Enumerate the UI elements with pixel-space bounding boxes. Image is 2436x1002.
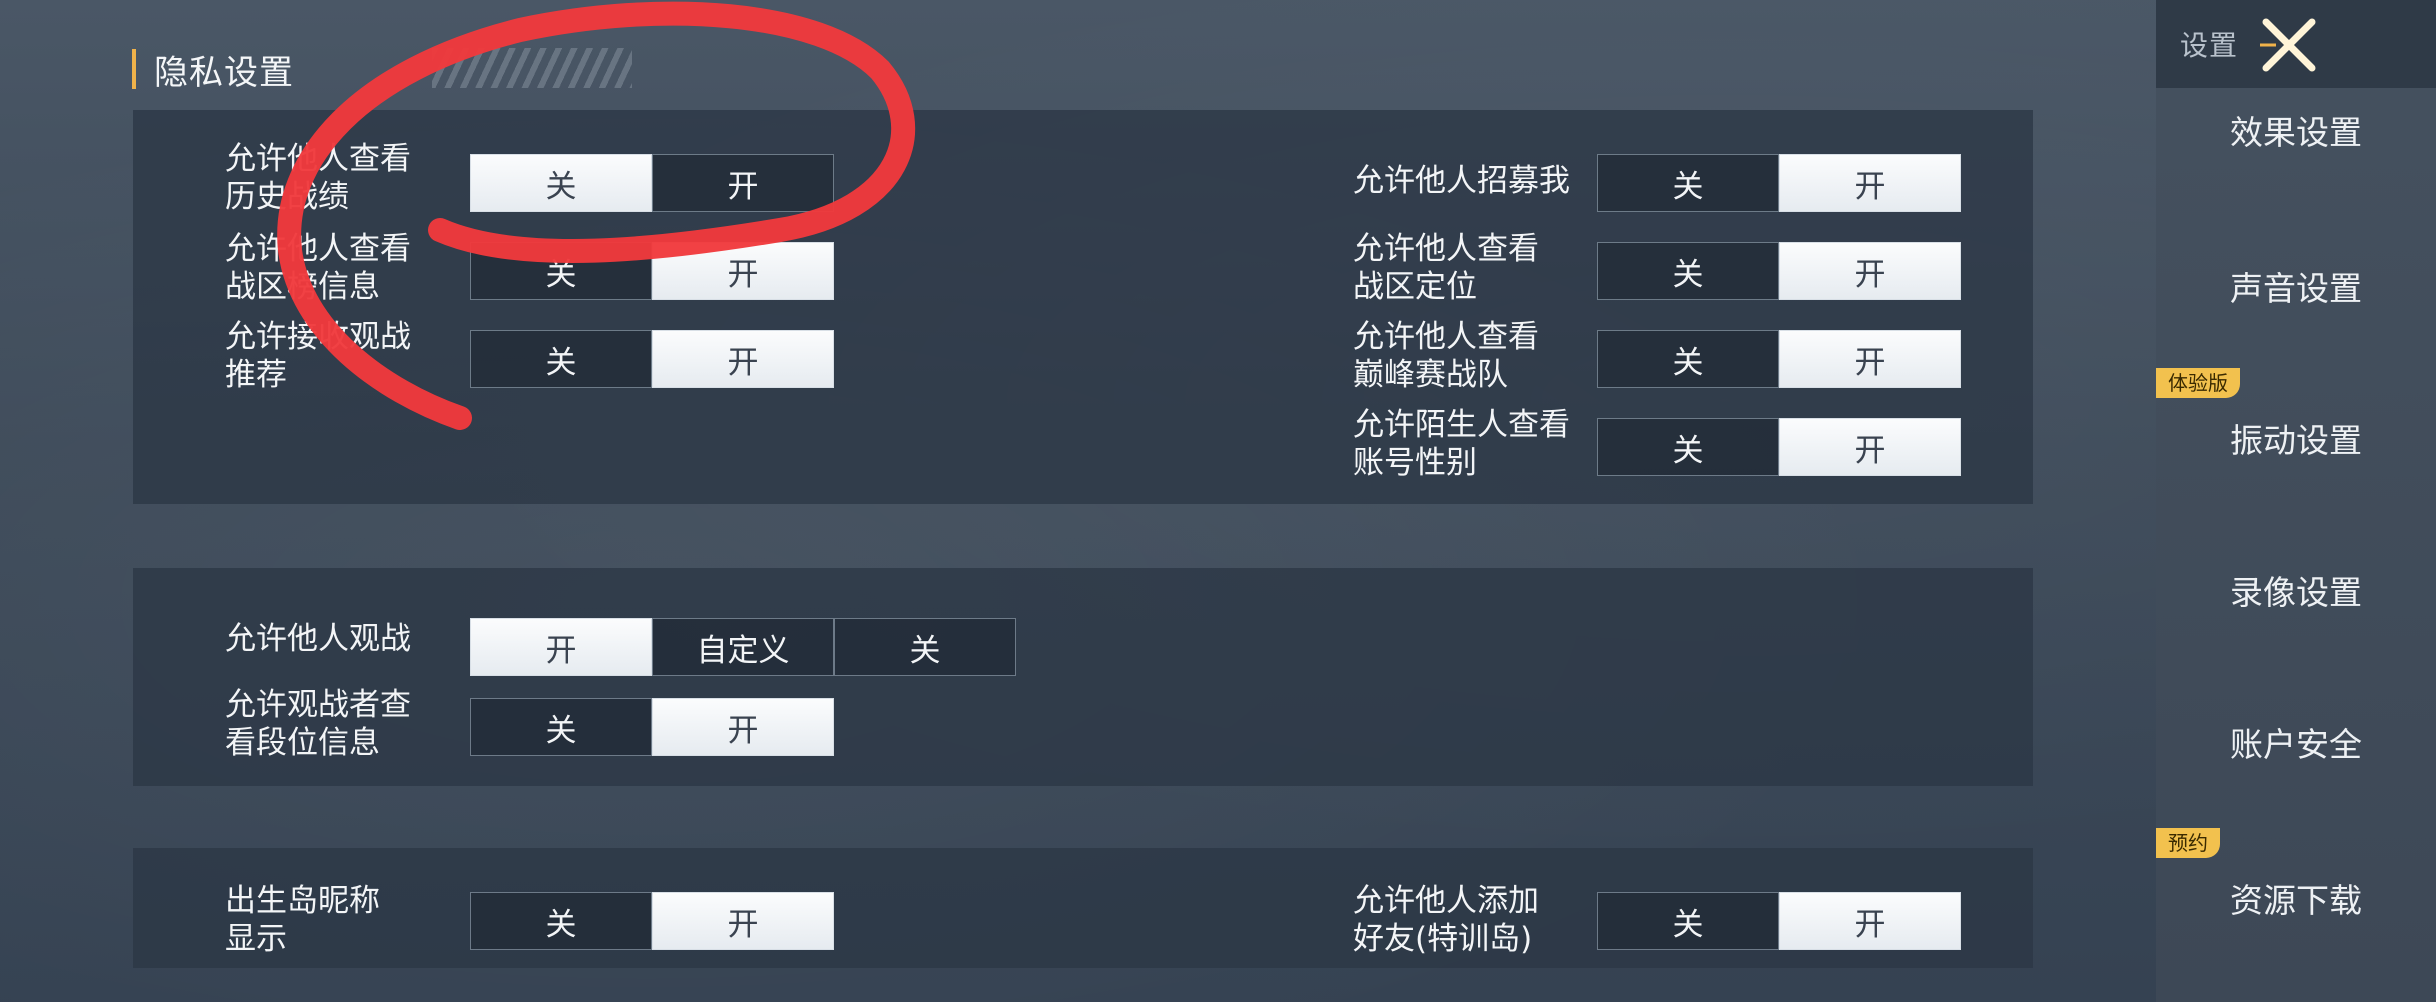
- spectate-custom-button[interactable]: 自定义: [652, 618, 834, 676]
- section-header: 隐私设置: [132, 46, 632, 93]
- sidebar-title: 设置: [2180, 29, 2239, 62]
- island-nickname-off-button[interactable]: 关: [470, 892, 652, 950]
- account-gender-off-button[interactable]: 关: [1597, 418, 1779, 476]
- add-friend-toggle: 关 开: [1597, 892, 1961, 952]
- spectate-panel: 允许他人观战 开 自定义 关 允许观战者查 看段位信息 关 开: [133, 568, 2033, 786]
- spectate-label: 允许他人观战: [225, 621, 411, 657]
- zone-location-label: 允许他人查看 战区定位: [1353, 231, 1539, 305]
- reserve-badge: 预约: [2156, 828, 2220, 858]
- island-nickname-toggle: 关 开: [470, 892, 834, 952]
- sidebar-header: 设置: [2156, 0, 2436, 88]
- ranking-info-toggle: 关 开: [470, 242, 834, 302]
- peak-team-off-button[interactable]: 关: [1597, 330, 1779, 388]
- spectate-recommend-label: 允许接收观战 推荐: [225, 319, 411, 393]
- section-decoration: [432, 48, 632, 88]
- recruit-me-label: 允许他人招募我: [1353, 163, 1570, 199]
- spectate-recommend-off-button[interactable]: 关: [470, 330, 652, 388]
- trial-badge: 体验版: [2156, 368, 2240, 398]
- spectator-rank-label: 允许观战者查 看段位信息: [225, 687, 411, 761]
- section-title: 隐私设置: [154, 52, 294, 93]
- peak-team-toggle: 关 开: [1597, 330, 1961, 390]
- recruit-me-on-button[interactable]: 开: [1779, 154, 1961, 212]
- peak-team-label: 允许他人查看 巅峰赛战队: [1353, 319, 1539, 393]
- recruit-me-toggle: 关 开: [1597, 154, 1961, 214]
- account-gender-toggle: 关 开: [1597, 418, 1961, 478]
- history-record-label: 允许他人查看 历史战绩: [225, 141, 411, 215]
- spectate-recommend-on-button[interactable]: 开: [652, 330, 834, 388]
- island-nickname-label: 出生岛昵称 显示: [225, 883, 380, 957]
- island-nickname-on-button[interactable]: 开: [652, 892, 834, 950]
- history-record-toggle: 关 开: [470, 154, 834, 214]
- spectator-rank-off-button[interactable]: 关: [470, 698, 652, 756]
- zone-location-off-button[interactable]: 关: [1597, 242, 1779, 300]
- spectator-rank-on-button[interactable]: 开: [652, 698, 834, 756]
- close-icon[interactable]: [2256, 14, 2322, 76]
- ranking-info-label: 允许他人查看 战区榜信息: [225, 231, 411, 305]
- settings-sidebar: 设置 效果设置 声音设置 体验版 振动设置 录像设置 账户安全 预约 资源下载: [2156, 0, 2436, 1002]
- sidebar-item-sound[interactable]: 声音设置: [2156, 262, 2436, 310]
- zone-location-toggle: 关 开: [1597, 242, 1961, 302]
- sidebar-item-recording[interactable]: 录像设置: [2156, 566, 2436, 614]
- spectate-on-button[interactable]: 开: [470, 618, 652, 676]
- spectator-rank-toggle: 关 开: [470, 698, 834, 758]
- ranking-info-off-button[interactable]: 关: [470, 242, 652, 300]
- add-friend-on-button[interactable]: 开: [1779, 892, 1961, 950]
- section-accent-bar: [132, 49, 136, 89]
- peak-team-on-button[interactable]: 开: [1779, 330, 1961, 388]
- sidebar-item-account-security[interactable]: 账户安全: [2156, 718, 2436, 766]
- add-friend-off-button[interactable]: 关: [1597, 892, 1779, 950]
- account-gender-label: 允许陌生人查看 账号性别: [1353, 407, 1570, 481]
- sidebar-item-vibration[interactable]: 振动设置: [2156, 414, 2436, 462]
- account-gender-on-button[interactable]: 开: [1779, 418, 1961, 476]
- sidebar-item-resource-download[interactable]: 资源下载: [2156, 874, 2436, 922]
- add-friend-label: 允许他人添加 好友(特训岛): [1353, 883, 1539, 957]
- privacy-panel-1: 允许他人查看 历史战绩 关 开 允许他人查看 战区榜信息 关 开 允许接收观战 …: [133, 110, 2033, 504]
- island-panel: 出生岛昵称 显示 关 开 允许他人添加 好友(特训岛) 关 开: [133, 848, 2033, 968]
- recruit-me-off-button[interactable]: 关: [1597, 154, 1779, 212]
- spectate-toggle: 开 自定义 关: [470, 618, 1016, 678]
- zone-location-on-button[interactable]: 开: [1779, 242, 1961, 300]
- spectate-off-button[interactable]: 关: [834, 618, 1016, 676]
- history-record-on-button[interactable]: 开: [652, 154, 834, 212]
- spectate-recommend-toggle: 关 开: [470, 330, 834, 390]
- sidebar-item-effects[interactable]: 效果设置: [2156, 106, 2436, 154]
- history-record-off-button[interactable]: 关: [470, 154, 652, 212]
- ranking-info-on-button[interactable]: 开: [652, 242, 834, 300]
